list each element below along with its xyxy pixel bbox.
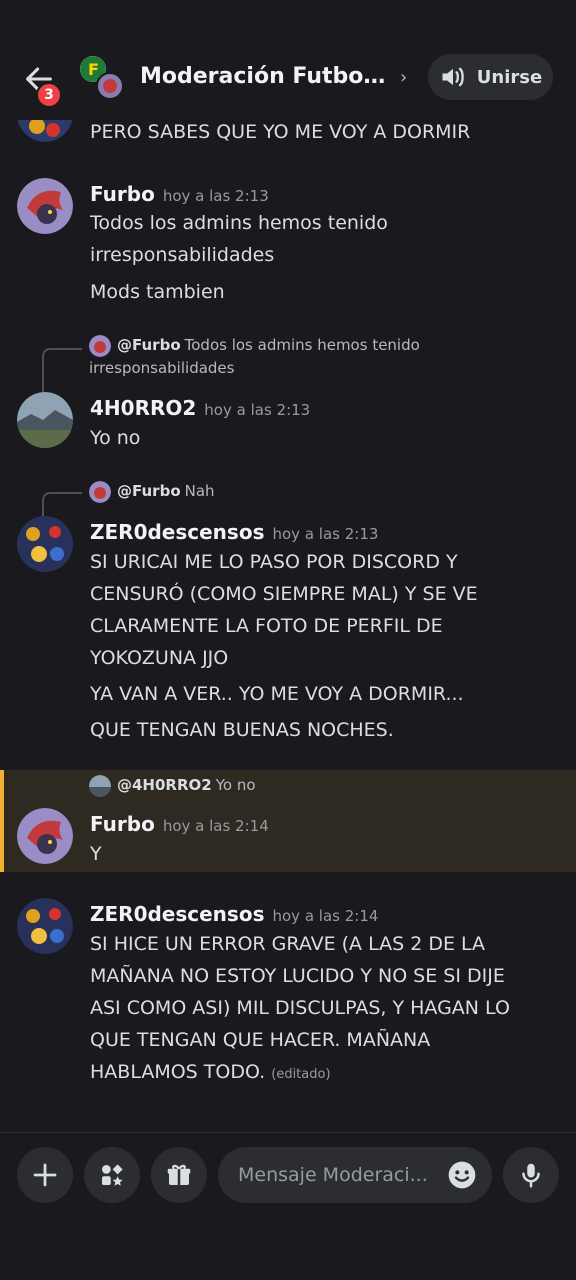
message-text: ASI COMO ASI) MIL DISCULPAS, Y HAGAN LO <box>90 997 510 1019</box>
reply-text: Todos los admins hemos tenido <box>184 336 420 354</box>
reply-author: @Furbo <box>117 482 181 500</box>
edited-marker: (editado) <box>271 1067 331 1082</box>
reply-preview[interactable]: @4H0RRO2 Yo no <box>89 774 529 797</box>
message-text: SI HICE UN ERROR GRAVE (A LAS 2 DE LA <box>90 933 486 955</box>
message-text-end: HABLAMOS TODO. <box>90 1061 266 1083</box>
reply-connector <box>42 492 82 518</box>
gift-icon <box>167 1164 191 1185</box>
reply-preview[interactable]: @Furbo Nah <box>89 480 529 503</box>
author-name[interactable]: ZER0descensos <box>90 520 264 544</box>
svg-text:F: F <box>88 60 99 79</box>
avatar[interactable] <box>17 898 73 954</box>
message-text: QUE TENGAN QUE HACER. MAÑANA <box>90 1029 431 1051</box>
message-text: Yo no <box>90 427 141 449</box>
message-composer: Mensaje Moderaci... <box>0 1132 576 1280</box>
reply-text: irresponsabilidades <box>89 358 235 377</box>
reply-avatar <box>89 480 111 503</box>
message-text: Mods tambien <box>90 281 225 303</box>
apps-button[interactable] <box>84 1147 140 1203</box>
reply-author: @Furbo <box>117 336 181 354</box>
timestamp: hoy a las 2:14 <box>162 817 269 835</box>
message-text: HABLAMOS TODO. (editado) <box>90 1056 560 1091</box>
timestamp: hoy a las 2:13 <box>204 401 311 419</box>
microphone-icon <box>522 1163 540 1188</box>
avatar[interactable] <box>17 808 73 864</box>
channel-header: 3 F Moderación Futbola... › Unirse <box>0 40 576 120</box>
attach-button[interactable] <box>17 1147 73 1203</box>
reply-author: @4H0RRO2 <box>117 776 212 794</box>
reply-preview[interactable]: @Furbo Todos los admins hemos tenido irre… <box>89 334 529 379</box>
speaker-icon <box>442 67 464 87</box>
channel-title[interactable]: Moderación Futbola... <box>140 64 392 89</box>
emoji-icon[interactable] <box>446 1159 478 1191</box>
voice-message-button[interactable] <box>503 1147 559 1203</box>
message-text: irresponsabilidades <box>90 244 275 266</box>
group-avatar-secondary <box>96 72 124 100</box>
message-list[interactable]: PERO SABES QUE YO ME VOY A DORMIR Furbo h… <box>0 120 576 1132</box>
message-text: Y <box>90 843 102 865</box>
author-name[interactable]: Furbo <box>90 182 155 206</box>
reply-avatar <box>89 334 111 357</box>
message-text: PERO SABES QUE YO ME VOY A DORMIR <box>90 121 471 143</box>
author-name[interactable]: Furbo <box>90 812 155 836</box>
message-text: YA VAN A VER.. YO ME VOY A DORMIR... <box>90 683 464 705</box>
avatar[interactable] <box>17 516 73 572</box>
apps-icon <box>102 1164 123 1186</box>
message-text: CENSURÓ (COMO SIEMPRE MAL) Y SE VE <box>90 583 478 605</box>
author-name[interactable]: ZER0descensos <box>90 902 264 926</box>
reply-avatar <box>89 774 111 797</box>
message-text: MAÑANA NO ESTOY LUCIDO Y NO SE SI DIJE <box>90 965 505 987</box>
author-name[interactable]: 4H0RRO2 <box>90 396 196 420</box>
plus-icon <box>33 1163 57 1187</box>
message-text: SI URICAI ME LO PASO POR DISCORD Y <box>90 551 458 573</box>
avatar[interactable] <box>17 178 73 234</box>
message-text: CLARAMENTE LA FOTO DE PERFIL DE <box>90 615 443 637</box>
join-label: Unirse <box>476 66 543 88</box>
chevron-right-icon[interactable]: › <box>400 67 407 88</box>
message-text: Todos los admins hemos tenido <box>90 212 388 234</box>
message-text: YOKOZUNA JJO <box>90 647 229 669</box>
unread-badge: 3 <box>36 82 62 108</box>
timestamp: hoy a las 2:13 <box>272 525 379 543</box>
gift-button[interactable] <box>151 1147 207 1203</box>
join-voice-button[interactable]: Unirse <box>428 54 553 100</box>
reply-text: Yo no <box>215 776 256 794</box>
message-text: QUE TENGAN BUENAS NOCHES. <box>90 719 394 741</box>
timestamp: hoy a las 2:13 <box>162 187 269 205</box>
reply-text: Nah <box>184 482 215 500</box>
timestamp: hoy a las 2:14 <box>272 907 379 925</box>
avatar[interactable] <box>17 120 73 142</box>
avatar[interactable] <box>17 392 73 448</box>
